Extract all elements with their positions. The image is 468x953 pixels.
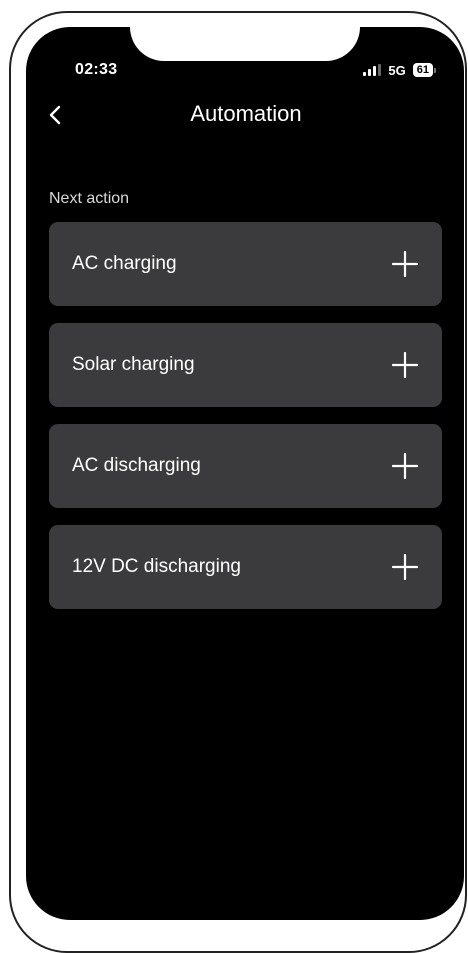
status-indicators: 5G 61 <box>363 61 436 79</box>
plus-icon[interactable] <box>392 352 418 378</box>
status-time: 02:33 <box>75 61 118 78</box>
battery-icon: 61 <box>412 63 436 77</box>
page-title: Automation <box>190 101 302 126</box>
status-bar: 02:33 5G 61 <box>26 27 464 87</box>
action-ac-charging[interactable]: AC charging <box>49 222 442 306</box>
action-12v-dc-discharging[interactable]: 12V DC discharging <box>49 525 442 609</box>
plus-icon[interactable] <box>392 453 418 479</box>
battery-tip <box>434 67 436 73</box>
app-screen: 02:33 5G 61 Automation Next action AC ch… <box>26 27 464 920</box>
network-type: 5G <box>388 62 406 78</box>
signal-bars-icon <box>363 64 382 76</box>
action-label: AC discharging <box>72 455 201 476</box>
plus-icon[interactable] <box>392 554 418 580</box>
section-label-next-action: Next action <box>49 190 130 207</box>
action-label: Solar charging <box>72 354 195 375</box>
action-solar-charging[interactable]: Solar charging <box>49 323 442 407</box>
battery-level: 61 <box>412 63 433 77</box>
nav-header: Automation <box>26 97 464 133</box>
action-list: AC charging Solar charging AC dischargin… <box>49 222 442 626</box>
plus-icon[interactable] <box>392 251 418 277</box>
action-ac-discharging[interactable]: AC discharging <box>49 424 442 508</box>
action-label: 12V DC discharging <box>72 556 241 577</box>
action-label: AC charging <box>72 253 177 274</box>
